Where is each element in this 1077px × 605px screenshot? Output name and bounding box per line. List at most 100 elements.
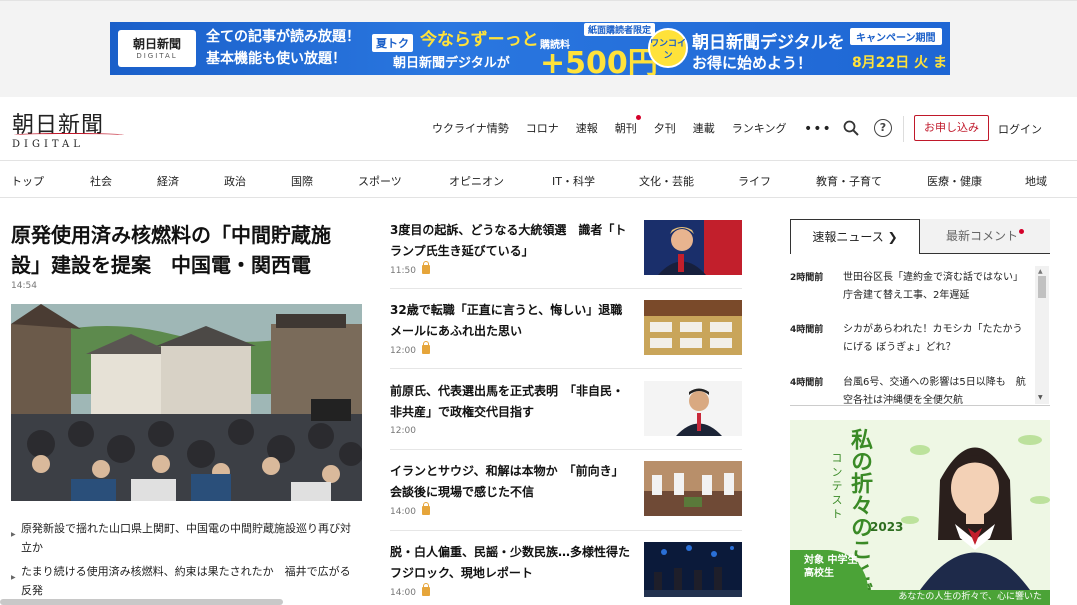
news-headline: 台風6号、交通への影響は5日以降も 航空各社は沖縄便を全便欠航 (843, 377, 1026, 406)
cat-international[interactable]: 国際 (291, 173, 313, 189)
story-time-text: 14:00 (390, 507, 416, 517)
related-link-1[interactable]: ▶ 原発新設で揺れた山口県上関町、中国電の中間貯蔵施設巡り再び対立か (11, 519, 361, 557)
cat-economy[interactable]: 経済 (157, 173, 179, 189)
ad-right-line2: お得に始めよう！ (692, 54, 813, 72)
story-time: 14:00 (390, 583, 430, 598)
search-icon[interactable] (843, 120, 859, 136)
story-time-text: 12:00 (390, 346, 416, 356)
tab-latest-comments-label: 最新コメント (945, 229, 1018, 243)
news-time-ago: 4時間前 (790, 325, 824, 335)
related-link-2-text: たまり続ける使用済み核燃料、約束は果たされたか 福井で広がる反発 (21, 565, 351, 597)
logo-swoosh (14, 133, 124, 137)
story-thumbnail (644, 461, 742, 516)
ad-right-line1: 朝日新聞デジタルを (692, 33, 845, 53)
topnav-corona[interactable]: コロナ (526, 120, 559, 136)
news-headline: シカがあらわれた！カモシカ「たたかう にげる ぼうぎょ」どれ？ (843, 324, 1023, 353)
cat-top[interactable]: トップ (11, 173, 44, 189)
story-divider (390, 530, 742, 531)
more-menu-icon[interactable]: ••• (804, 121, 832, 137)
cat-it-science[interactable]: IT・科学 (552, 173, 595, 189)
topnav-breaking[interactable]: 速報 (576, 120, 598, 136)
story-thumbnail (644, 381, 742, 436)
cat-opinion[interactable]: オピニオン (449, 173, 504, 189)
top-nav: ウクライナ情勢 コロナ 速報 朝刊 夕刊 連載 ランキング (432, 115, 803, 136)
tab-latest-comments[interactable]: 最新コメント (920, 219, 1050, 254)
story-thumbnail (644, 300, 742, 355)
ad-logo-jp: 朝日新聞 (132, 37, 181, 51)
story-title: 3度目の起訴、どうなる大統領選 識者「トランプ氏生き延びている」 (390, 223, 627, 258)
cat-politics[interactable]: 政治 (224, 173, 246, 189)
subscribe-button[interactable]: お申し込み (914, 115, 989, 141)
ad-line1: 全ての記事が読み放題！ (206, 29, 360, 45)
news-headline: 世田谷区長「違約金で済む話ではない」 庁舎建て替え工事、2年遅延 (843, 272, 1028, 301)
ad-coin-icon: ワンコイン (648, 28, 688, 68)
scrollbar-thumb[interactable] (1038, 276, 1046, 298)
new-dot (1019, 229, 1024, 234)
cat-society[interactable]: 社会 (90, 173, 112, 189)
story-time-text: 11:50 (390, 266, 416, 276)
news-scrollbar[interactable]: ▲ ▼ (1035, 266, 1049, 404)
ad-price: +500円 (540, 46, 658, 75)
promo-footer-text: あなたの人生の折々で、心に響いた (790, 590, 1050, 605)
related-link-2[interactable]: ▶ たまり続ける使用済み核燃料、約束は果たされたか 福井で広がる反発 (11, 562, 361, 600)
scroll-up-icon[interactable]: ▲ (1038, 268, 1043, 275)
category-divider-line (0, 197, 1077, 198)
ad-campaign-date: 8月22日 火 まで (852, 55, 947, 71)
ad-ima-text: 今ならずーっと (420, 30, 539, 50)
lock-icon (421, 341, 430, 354)
story-divider (390, 288, 742, 289)
story-time: 14:00 (390, 502, 430, 517)
horizontal-scrollbar-thumb[interactable] (0, 599, 283, 605)
story-divider (390, 368, 742, 369)
campaign-banner[interactable]: 朝日新聞 DIGITAL 全ての記事が読み放題！ 基本機能も使い放題！ 夏トク … (110, 22, 950, 75)
lead-photo[interactable] (11, 304, 362, 501)
help-icon[interactable]: ? (874, 119, 892, 137)
topnav-evening[interactable]: 夕刊 (654, 120, 676, 136)
ad-natoku-badge: 夏トク (372, 34, 413, 52)
story-title: 脱・白人偏重、民謡・少数民族…多様性得たフジロック、現地レポート (390, 545, 631, 580)
story-time-text: 12:00 (390, 426, 416, 436)
lock-icon (421, 502, 430, 515)
cat-health[interactable]: 医療・健康 (927, 173, 982, 189)
topnav-morning[interactable]: 朝刊 (615, 115, 641, 136)
story-title: 32歳で転職「正直に言うと、悔しい」退職メールにあふれ出た思い (390, 303, 623, 338)
ad-line2: 基本機能も使い放題！ (206, 51, 346, 67)
story-time: 12:00 (390, 341, 430, 356)
topnav-series[interactable]: 連載 (693, 120, 715, 136)
scroll-down-icon[interactable]: ▼ (1038, 394, 1043, 401)
login-link[interactable]: ログイン (998, 121, 1042, 137)
ad-logo: 朝日新聞 DIGITAL (118, 30, 196, 67)
bullet-triangle-icon: ▶ (11, 531, 16, 538)
story-thumbnail (644, 542, 742, 597)
story-time: 11:50 (390, 261, 430, 276)
lock-icon (421, 583, 430, 596)
ad-campaign-label: キャンペーン期間 (850, 28, 942, 45)
cat-education[interactable]: 教育・子育て (816, 173, 882, 189)
cat-life[interactable]: ライフ (738, 173, 771, 189)
news-time-ago: 2時間前 (790, 273, 824, 283)
related-link-1-text: 原発新設で揺れた山口県上関町、中国電の中間貯蔵施設巡り再び対立か (21, 522, 351, 554)
topnav-ranking[interactable]: ランキング (732, 120, 787, 136)
breaking-news-panel: 速報ニュース ❯ 最新コメント 2時間前 世田谷区長「違約金で済む話ではない」 … (790, 219, 1050, 406)
tab-breaking-news[interactable]: 速報ニュース ❯ (790, 219, 920, 254)
cat-sports[interactable]: スポーツ (358, 173, 402, 189)
cat-culture[interactable]: 文化・芸能 (639, 173, 694, 189)
news-time-ago: 4時間前 (790, 378, 824, 388)
breaking-news-list: 2時間前 世田谷区長「違約金で済む話ではない」 庁舎建て替え工事、2年遅延 4時… (790, 254, 1050, 406)
lead-photo-image (11, 304, 362, 501)
story-title: 前原氏、代表選出馬を正式表明 「非自民・非共産」で政権交代目指す (390, 384, 625, 419)
logo-en: DIGITAL (12, 139, 84, 150)
ad-digital-ga: 朝日新聞デジタルが (393, 56, 510, 71)
promo-year: 2023 (870, 520, 904, 534)
site-logo[interactable]: 朝日新聞 DIGITAL (12, 107, 124, 150)
lead-headline[interactable]: 原発使用済み核燃料の「中間貯蔵施設」建設を提案 中国電・関西電 (11, 220, 356, 280)
ad-logo-en: DIGITAL (136, 52, 178, 60)
cat-region[interactable]: 地域 (1025, 173, 1047, 189)
story-title: イランとサウジ、和解は本物か 「前向き」会談後に現場で感じた不信 (390, 464, 624, 499)
promo-contest-label: コンテスト (830, 452, 843, 522)
topnav-ukraine[interactable]: ウクライナ情勢 (432, 120, 509, 136)
header-divider-line (0, 160, 1077, 161)
lead-time: 14:54 (11, 281, 37, 291)
contest-promo-banner[interactable]: コンテスト 私の折々のことば 2023 対象 中学生 高校生 あなたの人生の折々… (790, 420, 1050, 605)
ad-left-copy: 全ての記事が読み放題！ 基本機能も使い放題！ (206, 26, 360, 70)
